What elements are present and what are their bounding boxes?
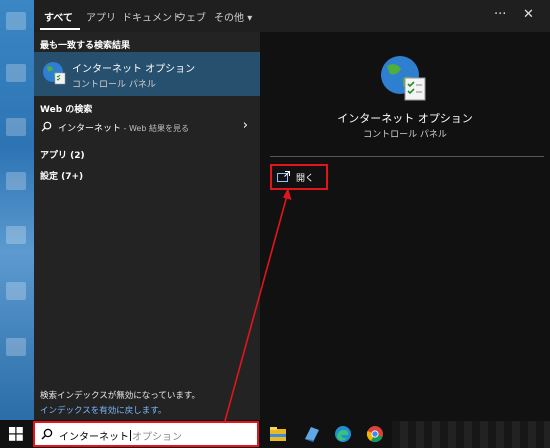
desktop-icon[interactable] bbox=[6, 118, 26, 136]
file-explorer-icon[interactable] bbox=[268, 424, 288, 444]
desktop-background bbox=[0, 0, 34, 420]
preview-subtitle: コントロール パネル bbox=[363, 130, 447, 140]
search-suggestion: オプション bbox=[132, 432, 182, 443]
best-match-item[interactable]: インターネット オプション コントロール パネル bbox=[34, 52, 260, 96]
web-suffix: - Web 結果を見る bbox=[121, 124, 189, 133]
start-search-panel: すべて アプリ ドキュメント ウェブ その他 ▾ ··· ✕ 最も一致する検索結… bbox=[34, 0, 550, 420]
search-tabs-bar: すべて アプリ ドキュメント ウェブ その他 ▾ ··· ✕ bbox=[34, 0, 550, 32]
search-query: インターネット bbox=[59, 432, 129, 443]
best-match-heading: 最も一致する検索結果 bbox=[40, 41, 131, 51]
chevron-down-icon: ▾ bbox=[247, 13, 253, 24]
search-icon bbox=[41, 121, 52, 132]
tab-more[interactable]: その他 ▾ bbox=[214, 9, 252, 24]
tab-more-label: その他 bbox=[214, 13, 244, 24]
preview-title: インターネット オプション bbox=[337, 112, 473, 125]
start-button[interactable] bbox=[0, 420, 32, 448]
open-label: 開く bbox=[296, 174, 315, 184]
apps-heading[interactable]: アプリ (2) bbox=[40, 148, 85, 161]
preview-pane: インターネット オプション コントロール パネル 開く bbox=[260, 32, 550, 420]
desktop-icon[interactable] bbox=[6, 12, 26, 30]
text-cursor bbox=[130, 430, 131, 441]
best-match-title: インターネット オプション bbox=[72, 64, 196, 75]
close-icon[interactable]: ✕ bbox=[523, 7, 534, 22]
tab-all[interactable]: すべて bbox=[44, 9, 73, 24]
index-disabled-note: 検索インデックスが無効になっています。 bbox=[40, 391, 200, 401]
divider bbox=[270, 156, 544, 157]
web-query: インターネット bbox=[58, 124, 122, 134]
results-list: 最も一致する検索結果 インターネット オプション コントロール パネル Web … bbox=[34, 32, 260, 420]
web-search-item[interactable]: インターネット - Web 結果を見る › bbox=[34, 116, 260, 138]
windows-icon bbox=[9, 427, 23, 441]
taskbar-search-box[interactable]: インターネット オプション bbox=[33, 421, 259, 447]
search-icon bbox=[41, 428, 53, 440]
desktop-icon[interactable] bbox=[6, 172, 26, 190]
tab-documents[interactable]: ドキュメント bbox=[122, 9, 182, 24]
chevron-right-icon[interactable]: › bbox=[243, 118, 248, 133]
open-icon bbox=[277, 171, 290, 182]
desktop-icon[interactable] bbox=[6, 64, 26, 82]
edge-icon[interactable] bbox=[333, 424, 353, 444]
open-button[interactable]: 開く bbox=[270, 164, 328, 190]
best-match-subtitle: コントロール パネル bbox=[72, 80, 156, 90]
desktop-icon[interactable] bbox=[6, 338, 26, 356]
tab-apps[interactable]: アプリ bbox=[86, 9, 116, 24]
desktop-icon[interactable] bbox=[6, 282, 26, 300]
tab-underline bbox=[40, 28, 80, 30]
enable-index-link[interactable]: インデックスを有効に戻します。 bbox=[40, 404, 166, 416]
app-icon[interactable] bbox=[302, 424, 322, 444]
web-search-heading: Web の検索 bbox=[40, 105, 93, 115]
globe-icon bbox=[381, 56, 426, 101]
settings-heading[interactable]: 設定 (7+) bbox=[40, 169, 83, 182]
chrome-icon[interactable] bbox=[365, 424, 385, 444]
globe-icon bbox=[43, 62, 66, 85]
desktop-icon[interactable] bbox=[6, 226, 26, 244]
pinned-apps-area[interactable] bbox=[392, 421, 550, 448]
tab-web[interactable]: ウェブ bbox=[176, 9, 206, 24]
more-options-icon[interactable]: ··· bbox=[494, 7, 506, 22]
